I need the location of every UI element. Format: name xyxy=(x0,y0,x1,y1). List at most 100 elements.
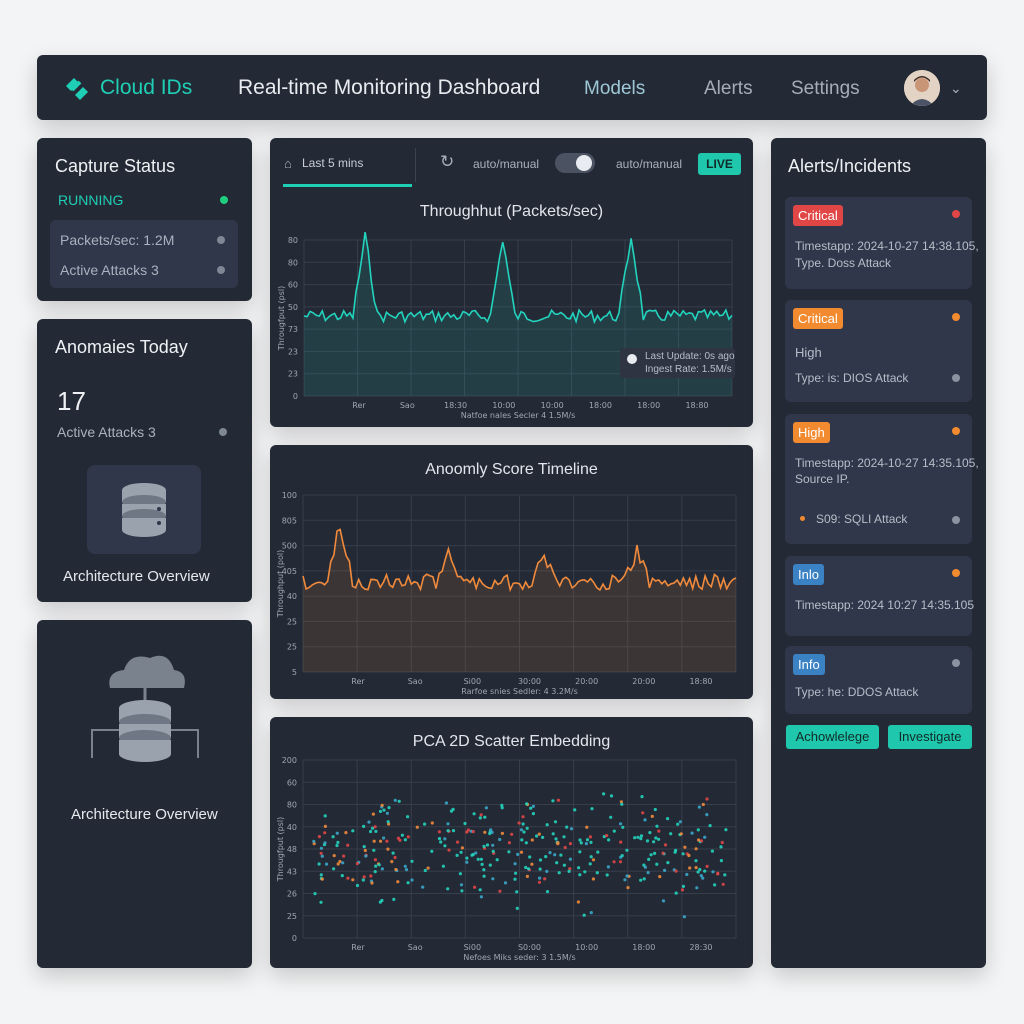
scatter-point xyxy=(373,858,377,862)
scatter-point xyxy=(415,825,419,829)
scatter-point xyxy=(488,863,492,867)
scatter-point xyxy=(372,848,376,852)
nav-models[interactable]: Models xyxy=(584,78,645,100)
alerts-title: Alerts/Incidents xyxy=(788,156,912,176)
scatter-point xyxy=(478,888,482,892)
scatter-point xyxy=(489,828,493,832)
scatter-point xyxy=(446,829,450,833)
scatter-point xyxy=(387,806,391,810)
database-tile[interactable] xyxy=(87,465,201,554)
scatter-point xyxy=(639,837,643,841)
scatter-point xyxy=(476,857,480,861)
scatter-point xyxy=(482,844,486,848)
packets-dot-icon xyxy=(217,236,225,244)
alert-card[interactable]: High Timestapp: 2024-10-27 14:35.105, So… xyxy=(785,414,979,544)
scatter-point xyxy=(641,811,645,815)
scatter-point xyxy=(676,822,680,826)
scatter-point xyxy=(526,867,531,871)
scatter-point xyxy=(355,883,360,888)
ingest-rate: Ingest Rate: 1.5M/s xyxy=(645,364,732,375)
scatter-point xyxy=(674,869,678,873)
scatter-point xyxy=(650,814,654,818)
scatter-point xyxy=(545,869,549,873)
scatter-point xyxy=(553,820,558,824)
scatter-point xyxy=(538,867,542,871)
scatter-point xyxy=(578,838,582,842)
scatter-point xyxy=(602,792,606,796)
scatter-point xyxy=(648,831,652,835)
scatter-point xyxy=(423,822,427,826)
scatter-point xyxy=(459,850,463,854)
database-icon xyxy=(122,483,166,537)
avatar[interactable] xyxy=(904,70,940,106)
scatter-point xyxy=(421,885,425,889)
y-tick-label: 25 xyxy=(287,617,297,626)
severity-badge: Critical xyxy=(793,308,843,329)
alert-card[interactable]: Critical High Type: is: DIOS Attack xyxy=(785,300,972,402)
nav-alerts[interactable]: Alerts xyxy=(704,78,753,100)
y-tick-label: 40 xyxy=(287,592,297,601)
scatter-point xyxy=(385,811,389,815)
scatter-point xyxy=(619,840,623,844)
y-tick-label: 80 xyxy=(288,236,298,245)
alert-card[interactable]: Critical Timestapp: 2024-10-27 14:38.105… xyxy=(785,197,979,289)
x-tick-label: 18:80 xyxy=(689,677,712,686)
scatter-point xyxy=(658,875,662,879)
scatter-point xyxy=(319,851,323,855)
anomalies-active-attacks: Active Attacks 3 xyxy=(57,424,156,440)
anomalies-panel xyxy=(37,319,252,602)
scatter-point xyxy=(606,865,610,869)
scatter-point xyxy=(483,815,487,819)
scatter-point xyxy=(657,837,661,841)
scatter-point xyxy=(585,838,590,842)
scatter-point xyxy=(685,872,689,877)
scatter-point xyxy=(513,877,517,881)
scatter-point xyxy=(530,838,534,842)
brand-name[interactable]: Cloud IDs xyxy=(100,76,192,100)
scatter-point xyxy=(696,870,700,874)
acknowledge-button[interactable]: Achowlelege xyxy=(786,725,879,749)
alert-line2: Type: is: DIOS Attack xyxy=(795,371,909,385)
scatter-point xyxy=(396,880,400,884)
scatter-point xyxy=(525,802,529,806)
investigate-button[interactable]: Investigate xyxy=(888,725,972,749)
nav-settings[interactable]: Settings xyxy=(791,78,860,100)
scatter-point xyxy=(465,860,469,864)
alert-card[interactable]: Info Type: he: DDOS Attack xyxy=(785,646,972,714)
scatter-point xyxy=(323,841,327,845)
scatter-point xyxy=(583,870,587,874)
scatter-point xyxy=(694,866,698,870)
info-icon xyxy=(627,354,637,364)
scatter-point xyxy=(341,861,345,865)
scatter-point xyxy=(612,860,616,864)
severity-badge: Inlo xyxy=(793,564,824,585)
scatter-point xyxy=(491,843,495,847)
anomalies-count: 17 xyxy=(57,386,86,416)
scatter-point xyxy=(688,866,692,870)
alert-card[interactable]: Inlo Timestapp: 2024 10:27 14:35.105 xyxy=(785,556,974,636)
scatter-point xyxy=(565,825,569,829)
y-tick-label: 25 xyxy=(287,912,297,921)
scatter-point xyxy=(661,899,666,903)
scatter-point xyxy=(488,831,492,836)
scatter-point xyxy=(323,814,327,818)
scatter-point xyxy=(696,828,700,832)
chevron-down-icon[interactable]: ⌄ xyxy=(950,80,962,97)
scatter-point xyxy=(633,836,637,840)
scatter-point xyxy=(653,851,657,855)
scatter-point xyxy=(713,883,717,887)
scatter-point xyxy=(346,843,350,847)
scatter-point xyxy=(362,824,366,828)
y-tick-label: 80 xyxy=(287,801,297,810)
scatter-point xyxy=(370,881,374,885)
severity-dot-icon xyxy=(952,313,960,321)
scatter-point xyxy=(701,802,705,807)
scatter-point xyxy=(460,846,464,850)
scatter-point xyxy=(382,808,386,812)
scatter-point xyxy=(705,813,709,817)
scatter-point xyxy=(694,847,698,851)
scatter-point xyxy=(582,913,586,917)
y-tick-label: 48 xyxy=(287,845,297,854)
scatter-point xyxy=(543,877,547,881)
scatter-point xyxy=(320,877,324,881)
